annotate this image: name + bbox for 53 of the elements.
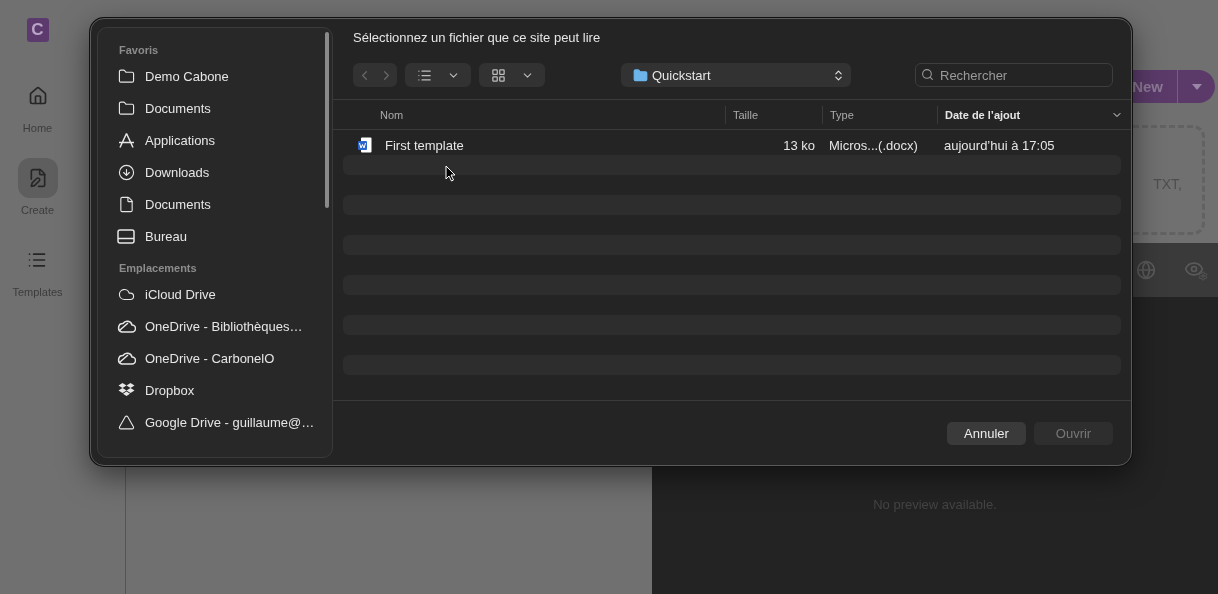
sidebar-item[interactable]: Documents — [112, 92, 332, 124]
document-icon — [117, 195, 135, 213]
sidebar-heading: Emplacements — [119, 262, 198, 274]
file-date: aujourd’hui à 17:05 — [943, 137, 1056, 153]
nav-icon-button[interactable] — [17, 158, 58, 198]
list-icon — [27, 250, 48, 270]
sidebar-heading: Favoris — [119, 44, 160, 56]
up-down-chevron-icon — [832, 68, 845, 82]
sidebar-item[interactable]: Downloads — [112, 156, 332, 188]
grid-icon — [490, 67, 506, 83]
word-document-icon — [358, 137, 372, 153]
column-header[interactable]: Taille — [725, 105, 822, 124]
list-icon — [416, 67, 432, 83]
file-name: First template — [384, 137, 464, 153]
column-header[interactable]: Nom — [333, 105, 725, 124]
search-field[interactable]: Rechercher — [915, 63, 1113, 87]
folder-icon — [117, 99, 135, 117]
dropbox-icon — [117, 382, 135, 398]
download-icon — [117, 163, 135, 181]
sidebar-item[interactable]: Demo Cabone — [112, 60, 332, 92]
folder-icon — [117, 67, 135, 85]
home-icon — [27, 86, 48, 106]
mouse-pointer-icon — [445, 165, 456, 182]
sidebar-item[interactable]: OneDrive - Bibliothèques… — [112, 310, 332, 342]
scrollbar[interactable] — [325, 32, 329, 208]
cloud-icon — [116, 319, 136, 333]
dialog-title: Sélectionnez un fichier que ce site peut lire — [352, 29, 602, 47]
back-forward-control[interactable] — [353, 63, 397, 87]
file-size: 13 ko — [782, 137, 816, 153]
compass-a-icon — [117, 131, 135, 149]
folder-icon — [633, 67, 648, 83]
sidebar-item[interactable]: iCloud Drive — [112, 278, 332, 310]
list-view-button[interactable] — [405, 63, 471, 87]
location-popup[interactable]: Quickstart — [621, 63, 851, 87]
sidebar-item[interactable]: Google Drive - guillaume@… — [112, 406, 332, 438]
dialog-button[interactable]: Annuler — [947, 421, 1026, 445]
sidebar-item[interactable]: Bureau — [112, 220, 332, 252]
sidebar-item[interactable]: Documents — [112, 188, 332, 220]
triangle-icon — [117, 413, 135, 431]
app-logo: C — [26, 18, 49, 42]
desktop-icon — [117, 228, 135, 244]
sidebar-item[interactable]: OneDrive - CarbonelO — [112, 342, 332, 374]
sidebar-item[interactable]: Applications — [112, 124, 332, 156]
grid-view-button[interactable] — [479, 63, 545, 87]
column-header[interactable]: Date de l’ajout — [937, 105, 1131, 124]
globe-icon[interactable] — [1136, 260, 1156, 280]
column-header[interactable]: Type — [822, 105, 937, 124]
cloud-icon — [116, 351, 136, 365]
sidebar-item[interactable]: Dropbox — [112, 374, 332, 406]
caret-icon — [1191, 83, 1202, 90]
eye-settings-icon[interactable] — [1184, 259, 1206, 281]
search-icon — [921, 68, 934, 81]
file-type: Micros...(.docx) — [828, 137, 919, 153]
